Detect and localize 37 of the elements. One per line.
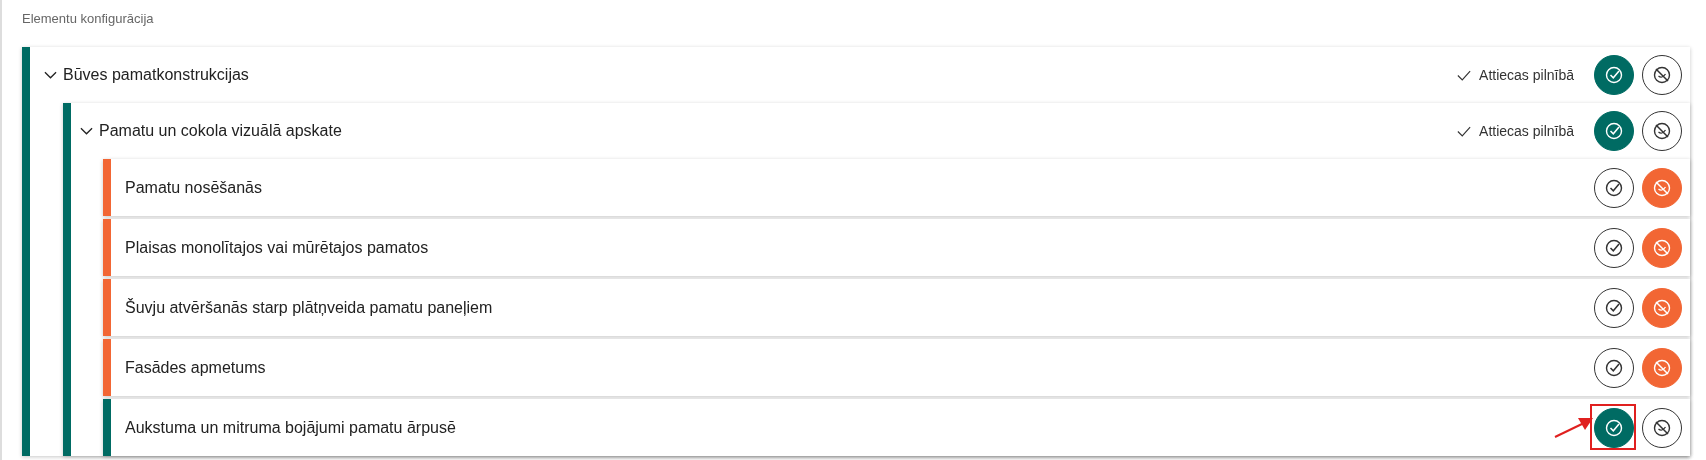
group-title: Būves pamatkonstrukcijas [63,66,249,84]
applies-button[interactable] [1594,347,1634,388]
item-title: Plaisas monolītajos vai mūrētajos pamatos [125,238,429,257]
check-circle-icon [1604,121,1624,141]
item-title: Fasādes apmetums [125,358,266,377]
status-text: Attiecas pilnībā [1479,67,1574,83]
applies-button[interactable] [1594,227,1634,268]
item-title: Pamatu nosēšanās [125,178,262,197]
status-text: Attiecas pilnībā [1479,123,1574,139]
not-applicable-button[interactable] [1642,55,1682,95]
chevron-icon[interactable] [44,71,57,79]
section-title: Elementu konfigurācija [22,10,155,28]
check-circle-icon [1604,297,1624,318]
slashed-circle-icon [1652,417,1672,438]
slashed-circle-icon [1652,65,1672,85]
check-circle-icon [1604,65,1624,85]
slashed-circle-icon [1652,357,1672,378]
check-circle-icon [1604,237,1624,258]
not-applicable-button[interactable] [1642,407,1682,448]
applies-button[interactable] [1594,167,1634,208]
applies-button[interactable] [1594,111,1634,151]
slashed-circle-icon [1652,121,1672,141]
check-icon [1457,125,1472,137]
check-icon [1457,69,1472,81]
item-title: Aukstuma un mitruma bojājumi pamatu ārpusē [125,418,456,437]
check-circle-icon [1604,417,1624,438]
slashed-circle-icon [1652,297,1672,318]
chevron-icon[interactable] [80,127,93,135]
applies-button[interactable] [1594,287,1634,328]
applies-button[interactable] [1594,55,1634,95]
item-title: Šuvju atvēršanās starp plātņveida pamatu paneļiem [125,298,493,317]
check-circle-icon [1604,357,1624,378]
group-title: Pamatu un cokola vizuālā apskate [99,122,342,140]
not-applicable-button[interactable] [1642,111,1682,151]
slashed-circle-icon [1652,177,1672,198]
check-circle-icon [1604,177,1624,198]
slashed-circle-icon [1652,237,1672,258]
